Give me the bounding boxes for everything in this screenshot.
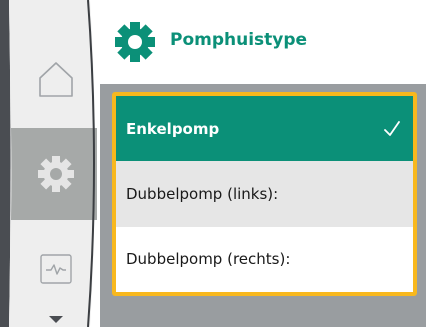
option-label: Dubbelpomp (links): <box>126 184 279 203</box>
option-double-pump-left[interactable]: Dubbelpomp (links): <box>116 161 413 227</box>
checkmark-icon <box>384 120 400 136</box>
sidebar-more-button[interactable] <box>12 312 100 327</box>
option-label: Dubbelpomp (rechts): <box>126 250 291 269</box>
gear-icon <box>115 22 155 62</box>
option-single-pump[interactable]: Enkelpomp <box>116 96 413 162</box>
home-icon <box>39 62 73 97</box>
pump-type-option-list: Enkelpomp Dubbelpomp (links): Dubbelpomp… <box>112 92 417 296</box>
option-double-pump-right[interactable]: Dubbelpomp (rechts): <box>116 226 413 292</box>
sidebar-item-diagnostics[interactable] <box>12 228 100 310</box>
sidebar-item-home[interactable] <box>12 36 100 122</box>
navigation-rail <box>0 0 100 327</box>
page-title: Pomphuistype <box>170 30 308 50</box>
pulse-monitor-icon <box>40 254 72 284</box>
chevron-down-icon <box>49 316 63 323</box>
page-header: Pomphuistype <box>100 0 426 84</box>
option-label: Enkelpomp <box>126 119 220 138</box>
gear-icon <box>38 156 74 192</box>
sidebar-item-settings[interactable] <box>12 128 100 220</box>
